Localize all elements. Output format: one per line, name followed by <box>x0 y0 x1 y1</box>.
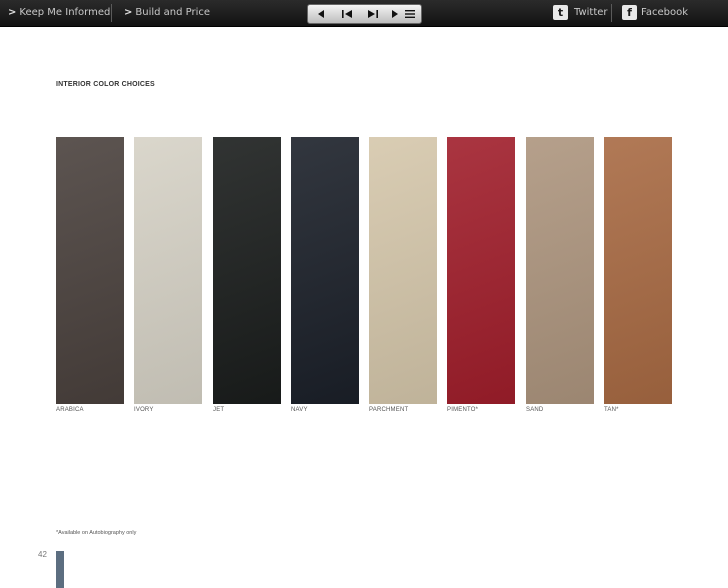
swatch-label: SAND <box>526 407 544 413</box>
swatch-ivory <box>134 137 202 404</box>
twitter-link[interactable]: Twitter <box>574 0 608 26</box>
page-navigation-controls <box>307 4 422 24</box>
keep-me-informed-link[interactable]: > Keep Me Informed <box>8 0 110 26</box>
page-heading: INTERIOR COLOR CHOICES <box>56 81 155 88</box>
swatch-label: ARABICA <box>56 407 84 413</box>
first-page-button[interactable] <box>334 5 360 23</box>
swatch-label: PIMENTO* <box>447 407 479 413</box>
swatch-navy <box>291 137 359 404</box>
page-marker-bar <box>56 551 64 588</box>
swatch-label: PARCHMENT <box>369 407 409 413</box>
swatch-label: NAVY <box>291 407 308 413</box>
triangle-left-icon <box>318 10 324 18</box>
swatch-tan <box>604 137 672 404</box>
footnote: *Available on Autobiography only <box>56 530 137 536</box>
twitter-icon[interactable]: t <box>553 5 568 20</box>
menu-icon <box>405 10 415 18</box>
swatch-label: TAN* <box>604 407 619 413</box>
build-and-price-link[interactable]: > Build and Price <box>124 0 210 26</box>
toolbar-divider <box>611 4 612 22</box>
facebook-link[interactable]: Facebook <box>641 0 688 26</box>
build-and-price-label: Build and Price <box>135 7 211 18</box>
swatch-arabica <box>56 137 124 404</box>
keep-me-informed-label: Keep Me Informed <box>19 7 111 18</box>
swatch-label: JET <box>213 407 225 413</box>
swatch-label: IVORY <box>134 407 154 413</box>
toolbar-divider <box>111 4 112 22</box>
skip-forward-icon <box>368 10 378 18</box>
swatch-pimento <box>447 137 515 404</box>
swatch-sand <box>526 137 594 404</box>
chevron-right-icon: > <box>124 7 133 18</box>
page-number: 42 <box>38 550 47 559</box>
swatch-jet <box>213 137 281 404</box>
top-toolbar: > Keep Me Informed > Build and Price t Twi… <box>0 0 728 27</box>
menu-button[interactable] <box>399 5 421 23</box>
previous-page-button[interactable] <box>308 5 334 23</box>
facebook-icon[interactable]: f <box>622 5 637 20</box>
skip-back-icon <box>342 10 352 18</box>
chevron-right-icon: > <box>8 7 17 18</box>
swatch-parchment <box>369 137 437 404</box>
